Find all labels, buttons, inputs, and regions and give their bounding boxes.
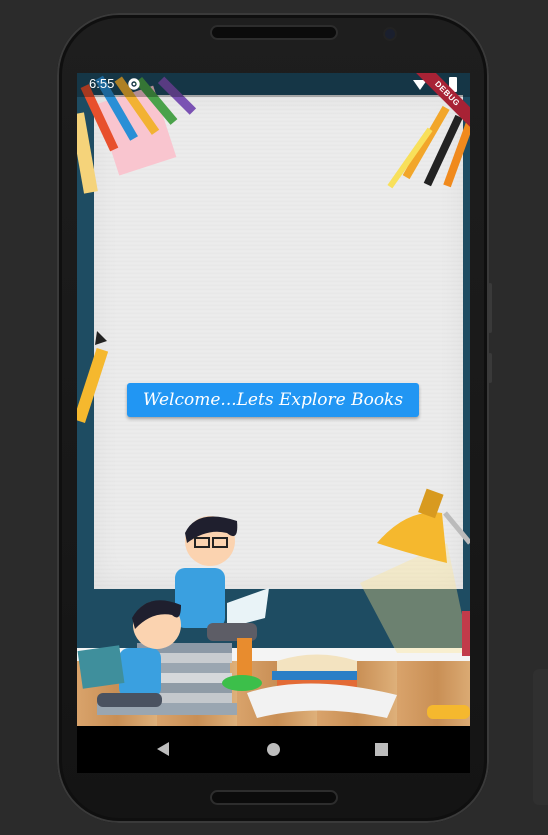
home-icon[interactable] — [267, 743, 280, 756]
navigation-bar — [77, 726, 470, 773]
back-icon[interactable] — [157, 742, 169, 756]
status-time: 6:55 — [89, 76, 115, 91]
book-right-edge — [462, 611, 470, 656]
earpiece-speaker — [212, 27, 336, 38]
front-camera — [385, 29, 395, 39]
gear-icon — [128, 78, 140, 90]
stationery-top-right — [387, 105, 470, 189]
volume-button — [488, 283, 492, 333]
bottom-speaker — [212, 792, 336, 803]
status-bar: 6:55 — [77, 73, 470, 97]
welcome-button[interactable]: Welcome...Lets Explore Books — [127, 383, 419, 417]
pencil-left — [77, 331, 109, 423]
desk-lamp — [360, 488, 470, 719]
app-screen: 6:55 DEBUG Welcome...Lets Explore Books — [77, 73, 470, 726]
recents-icon[interactable] — [375, 743, 388, 756]
emulator-side-panel — [533, 669, 548, 805]
power-button — [488, 353, 492, 383]
